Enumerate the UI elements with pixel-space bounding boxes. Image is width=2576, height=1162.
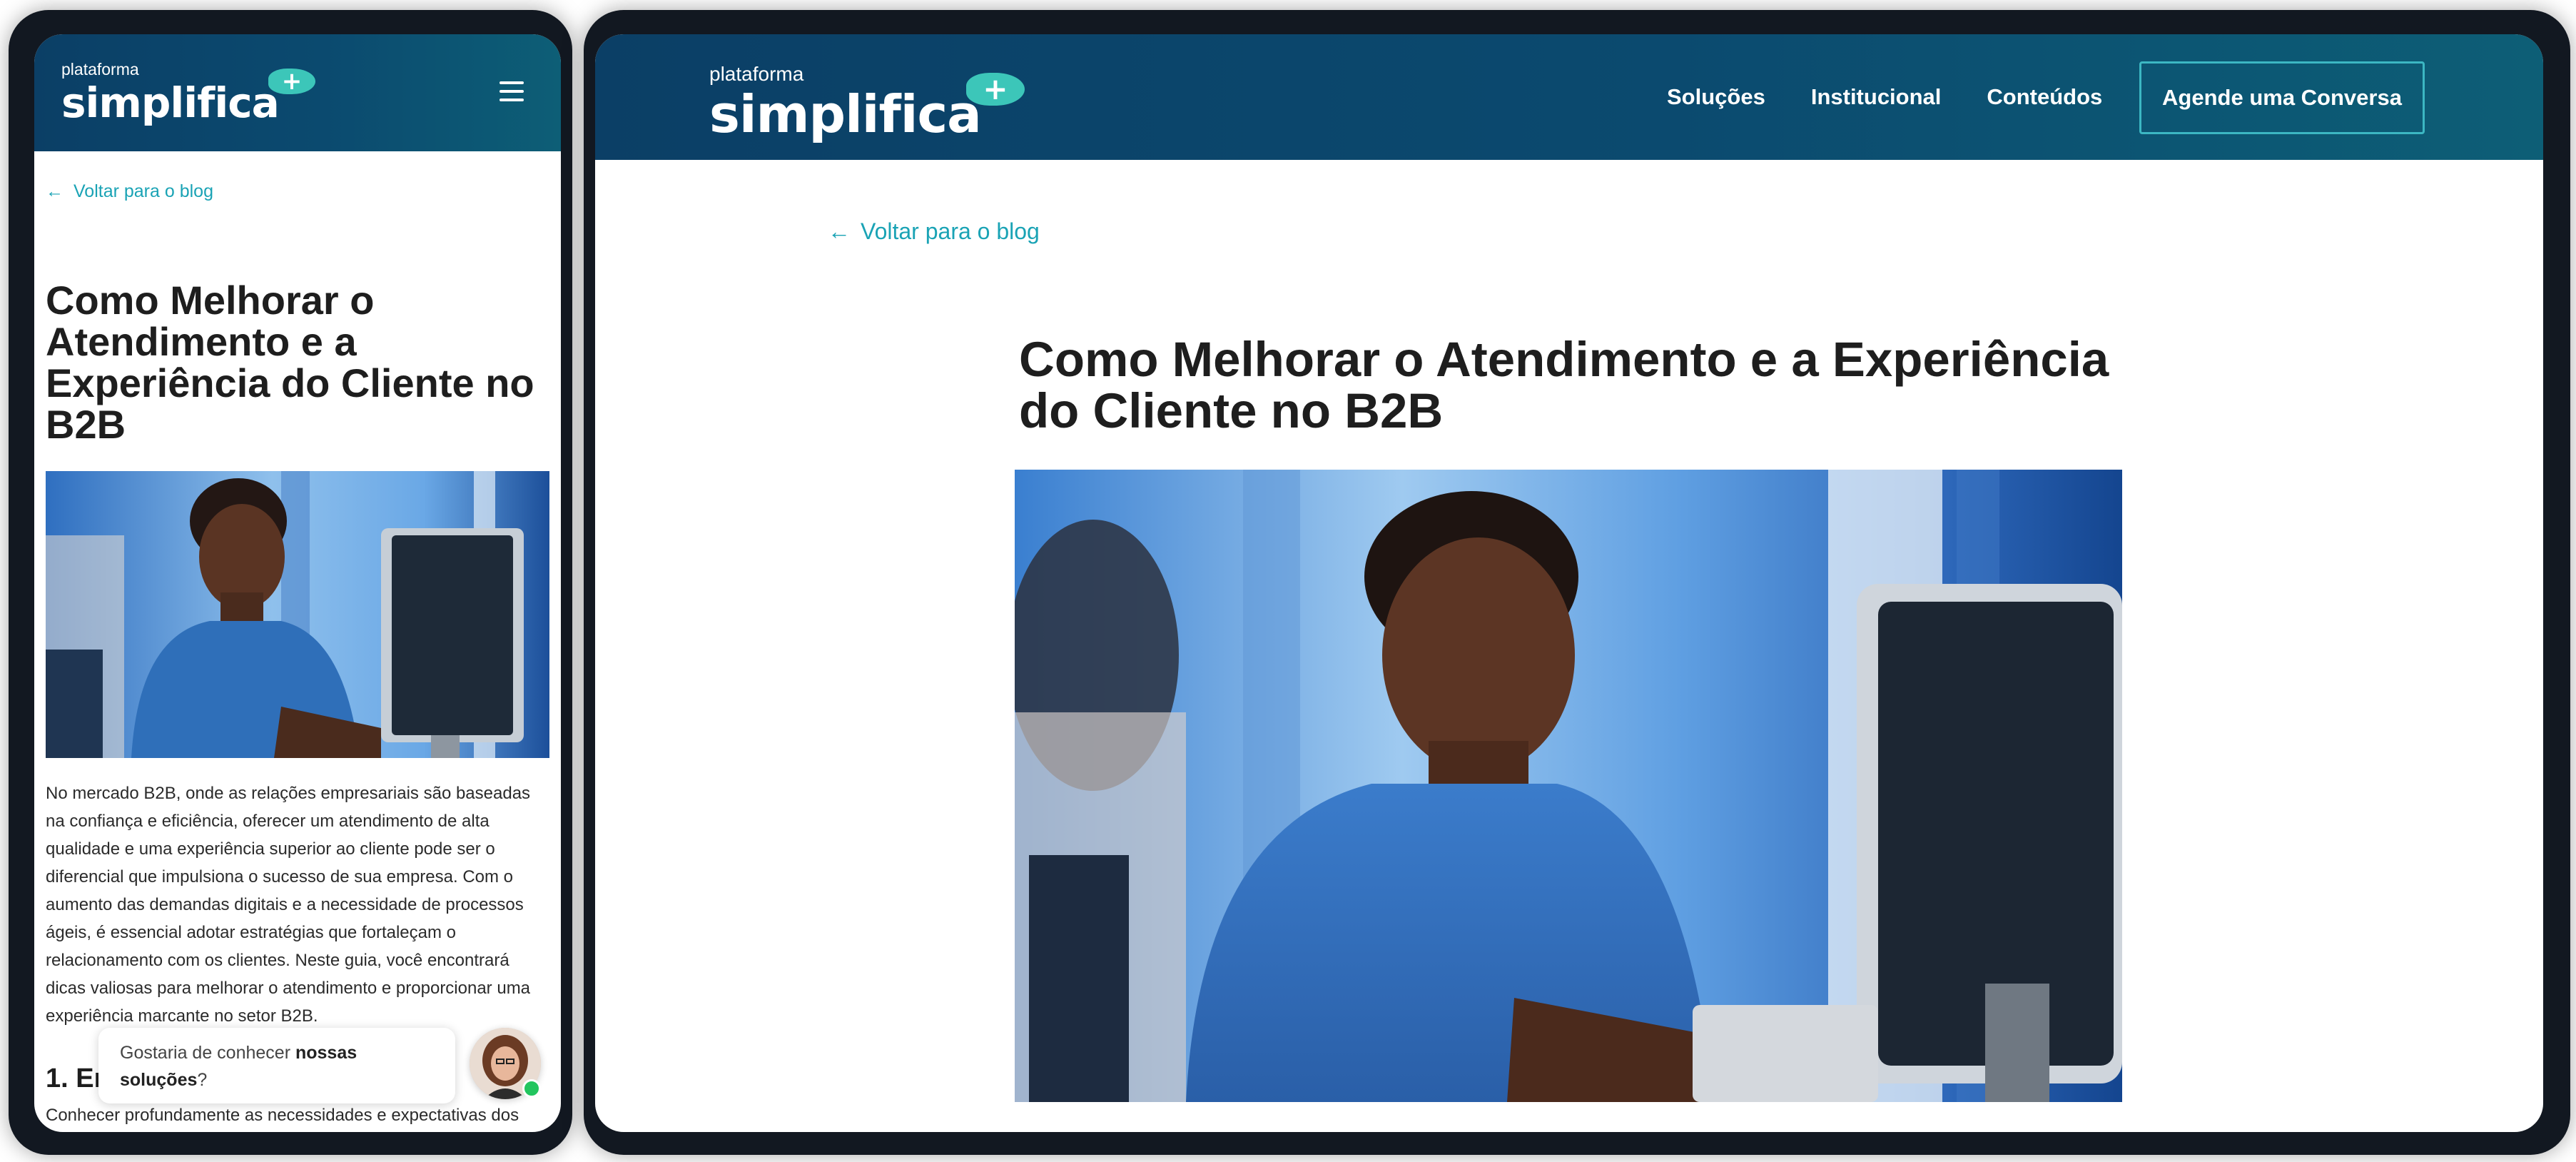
nav-item-solucoes[interactable]: Soluções [1667, 84, 1765, 110]
schedule-call-button[interactable]: Agende uma Conversa [2139, 61, 2425, 134]
desktop-screen: plataforma simplifica + Soluções Institu… [595, 34, 2543, 1132]
logo[interactable]: plataforma simplifica + [709, 63, 1038, 144]
logo-top-text: plataforma [61, 60, 139, 79]
back-link-label: Voltar para o blog [73, 181, 213, 201]
logo-top-text: plataforma [709, 63, 804, 85]
chat-text-prefix: Gostaria de conhecer [120, 1043, 295, 1063]
hero-image [46, 471, 549, 758]
online-status-dot [522, 1079, 541, 1098]
back-to-blog-link[interactable]: ← Voltar para o blog [828, 218, 1040, 245]
arrow-left-icon: ← [828, 218, 851, 244]
logo-plus-icon: + [268, 69, 315, 94]
desktop-header: plataforma simplifica + Soluções Institu… [595, 34, 2543, 160]
back-link-label: Voltar para o blog [861, 218, 1040, 244]
logo-wordmark: simplifica [709, 84, 982, 144]
article-intro: No mercado B2B, onde as relações empresa… [46, 784, 531, 1026]
hamburger-icon[interactable] [500, 81, 524, 101]
nav-item-conteudos[interactable]: Conteúdos [1987, 84, 2102, 110]
mobile-header: plataforma simplifica + [34, 34, 561, 151]
nav-item-institucional[interactable]: Institucional [1811, 84, 1942, 110]
mobile-screen: plataforma simplifica + ← Voltar para o … [34, 34, 561, 1132]
article-title: Como Melhorar o Atendimento e a Experiên… [1019, 332, 2109, 438]
chat-bubble[interactable]: Gostaria de conhecer nossas soluções? [98, 1028, 455, 1103]
logo[interactable]: plataforma simplifica + [61, 60, 318, 127]
main-nav: Soluções Institucional Conteúdos [1667, 34, 2148, 160]
logo-plus-icon: + [966, 73, 1025, 106]
logo-wordmark: simplifica [61, 79, 280, 127]
section-text: Conhecer profundamente as necessidades e… [46, 1106, 519, 1125]
chat-text-suffix: ? [197, 1070, 208, 1090]
back-to-blog-link[interactable]: ← Voltar para o blog [46, 181, 213, 202]
article-title: Como Melhorar o Atendimento e a Experiên… [46, 278, 534, 447]
hero-image [1015, 470, 2122, 1102]
arrow-left-icon: ← [46, 181, 64, 201]
